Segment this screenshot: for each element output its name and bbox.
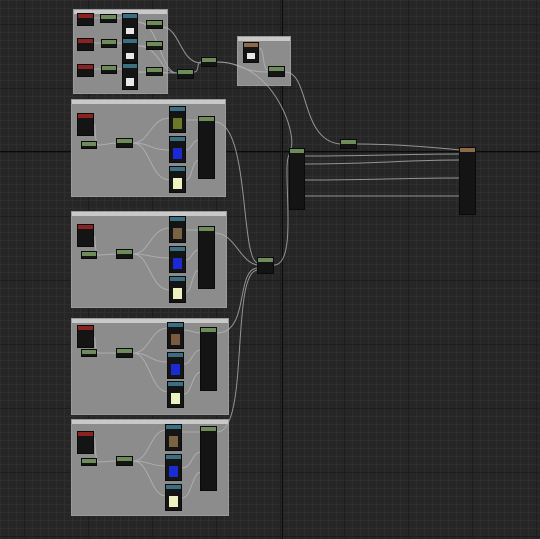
material-attributes-node[interactable] bbox=[200, 426, 217, 491]
multiply-node[interactable] bbox=[116, 348, 133, 358]
sampler-node[interactable] bbox=[167, 352, 184, 379]
sampler-node[interactable] bbox=[122, 13, 138, 38]
node-graph-canvas[interactable] bbox=[0, 0, 540, 539]
param-node[interactable] bbox=[146, 67, 163, 76]
sampler-node[interactable] bbox=[165, 424, 182, 451]
multiply-node[interactable] bbox=[116, 456, 133, 466]
multiply-node[interactable] bbox=[268, 66, 285, 77]
param-node[interactable] bbox=[340, 139, 357, 149]
sampler-node[interactable] bbox=[169, 216, 186, 243]
sampler-node[interactable] bbox=[169, 246, 186, 273]
texture-node[interactable] bbox=[77, 113, 94, 136]
texture-node[interactable] bbox=[77, 64, 94, 77]
multiply-node[interactable] bbox=[201, 57, 217, 67]
sampler-node[interactable] bbox=[122, 63, 138, 90]
texture-node[interactable] bbox=[77, 13, 94, 26]
sampler-node[interactable] bbox=[169, 136, 186, 163]
material-attributes-node[interactable] bbox=[200, 327, 217, 391]
param-node[interactable] bbox=[146, 20, 163, 29]
texture-node[interactable] bbox=[77, 38, 94, 51]
make-attributes-node[interactable] bbox=[289, 148, 305, 210]
sampler-node[interactable] bbox=[169, 166, 186, 193]
param-node[interactable] bbox=[146, 41, 163, 50]
multiply-node[interactable] bbox=[177, 69, 194, 79]
param-node[interactable] bbox=[100, 14, 117, 23]
material-attributes-node[interactable] bbox=[198, 226, 215, 289]
sampler-node[interactable] bbox=[122, 38, 138, 63]
param-node[interactable] bbox=[81, 251, 97, 259]
param-node[interactable] bbox=[81, 349, 97, 357]
sampler-node[interactable] bbox=[165, 454, 182, 481]
param-node[interactable] bbox=[81, 458, 97, 466]
param-node[interactable] bbox=[101, 65, 117, 74]
texture-node[interactable] bbox=[77, 224, 94, 247]
output-preview-node[interactable] bbox=[243, 42, 259, 63]
param-node[interactable] bbox=[101, 39, 117, 48]
material-output-node[interactable] bbox=[459, 147, 476, 215]
param-node[interactable] bbox=[81, 141, 97, 149]
material-attributes-node[interactable] bbox=[198, 116, 215, 179]
sampler-node[interactable] bbox=[167, 381, 184, 408]
sampler-node[interactable] bbox=[167, 322, 184, 349]
texture-node[interactable] bbox=[77, 431, 94, 454]
layer-blend-node[interactable] bbox=[257, 257, 274, 274]
sampler-node[interactable] bbox=[169, 276, 186, 303]
sampler-node[interactable] bbox=[165, 484, 182, 511]
sampler-node[interactable] bbox=[169, 106, 186, 133]
multiply-node[interactable] bbox=[116, 249, 133, 259]
texture-node[interactable] bbox=[77, 325, 94, 348]
multiply-node[interactable] bbox=[116, 138, 133, 148]
